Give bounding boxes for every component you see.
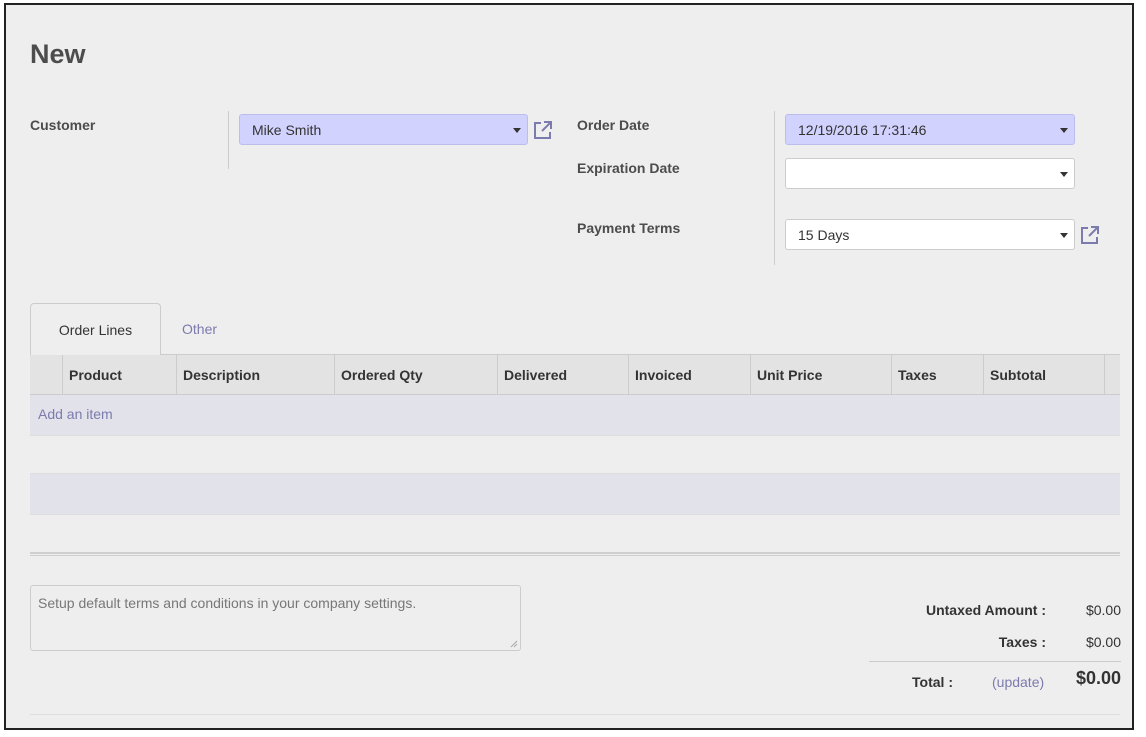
column-subtotal[interactable]: Subtotal	[983, 355, 1104, 394]
totals-divider	[869, 661, 1121, 662]
customer-value: Mike Smith	[252, 122, 322, 138]
total-value: $0.00	[1075, 668, 1121, 688]
tab-order-lines[interactable]: Order Lines	[30, 303, 161, 355]
column-taxes[interactable]: Taxes	[891, 355, 983, 394]
caret-down-icon[interactable]	[1060, 233, 1068, 238]
taxes-label: Taxes :	[998, 634, 1046, 650]
payment-terms-field[interactable]: 15 Days	[785, 219, 1075, 250]
update-link[interactable]: (update)	[992, 674, 1044, 690]
caret-down-icon[interactable]	[1060, 128, 1068, 133]
column-product[interactable]: Product	[62, 355, 176, 394]
external-link-icon[interactable]	[1079, 224, 1101, 246]
terms-conditions-field[interactable]: Setup default terms and conditions in yo…	[30, 585, 521, 651]
order-date-field[interactable]: 12/19/2016 17:31:46	[785, 114, 1075, 145]
column-description[interactable]: Description	[176, 355, 334, 394]
divider	[774, 111, 775, 265]
column-unit-price[interactable]: Unit Price	[750, 355, 891, 394]
payment-terms-label: Payment Terms	[577, 220, 681, 236]
column-invoiced[interactable]: Invoiced	[628, 355, 750, 394]
table-footer	[30, 552, 1120, 556]
external-link-icon[interactable]	[532, 119, 554, 141]
customer-field[interactable]: Mike Smith	[239, 114, 528, 145]
terms-placeholder: Setup default terms and conditions in yo…	[38, 595, 417, 611]
divider	[228, 111, 229, 169]
table-row	[30, 474, 1120, 515]
caret-down-icon[interactable]	[1060, 172, 1068, 177]
payment-terms-value: 15 Days	[798, 227, 850, 243]
tab-other-information[interactable]: Other Information	[182, 303, 252, 389]
total-label: Total :	[912, 674, 953, 690]
resize-grip-icon[interactable]	[510, 640, 518, 648]
expiration-date-field[interactable]	[785, 158, 1075, 189]
customer-label: Customer	[30, 117, 96, 133]
page-title: New	[30, 39, 86, 69]
caret-down-icon[interactable]	[513, 128, 521, 133]
add-item-link[interactable]: Add an item	[38, 406, 113, 422]
column-delivered[interactable]: Delivered	[497, 355, 628, 394]
column-ordered-qty[interactable]: Ordered Qty	[334, 355, 497, 394]
untaxed-amount-value: $0.00	[1085, 602, 1121, 618]
untaxed-amount-label: Untaxed Amount :	[925, 602, 1046, 618]
order-lines-header: Product Description Ordered Qty Delivere…	[30, 355, 1120, 395]
table-row: Add an item	[30, 395, 1120, 436]
taxes-value: $0.00	[1085, 634, 1121, 650]
column-actions	[1104, 355, 1120, 394]
expiration-date-label: Expiration Date	[577, 160, 680, 176]
order-date-value: 12/19/2016 17:31:46	[798, 122, 927, 138]
table-row	[30, 436, 1120, 474]
order-date-label: Order Date	[577, 117, 650, 133]
bottom-divider	[30, 714, 1120, 715]
sale-order-form: New Customer Mike Smith Order Date 12/19…	[4, 3, 1134, 730]
